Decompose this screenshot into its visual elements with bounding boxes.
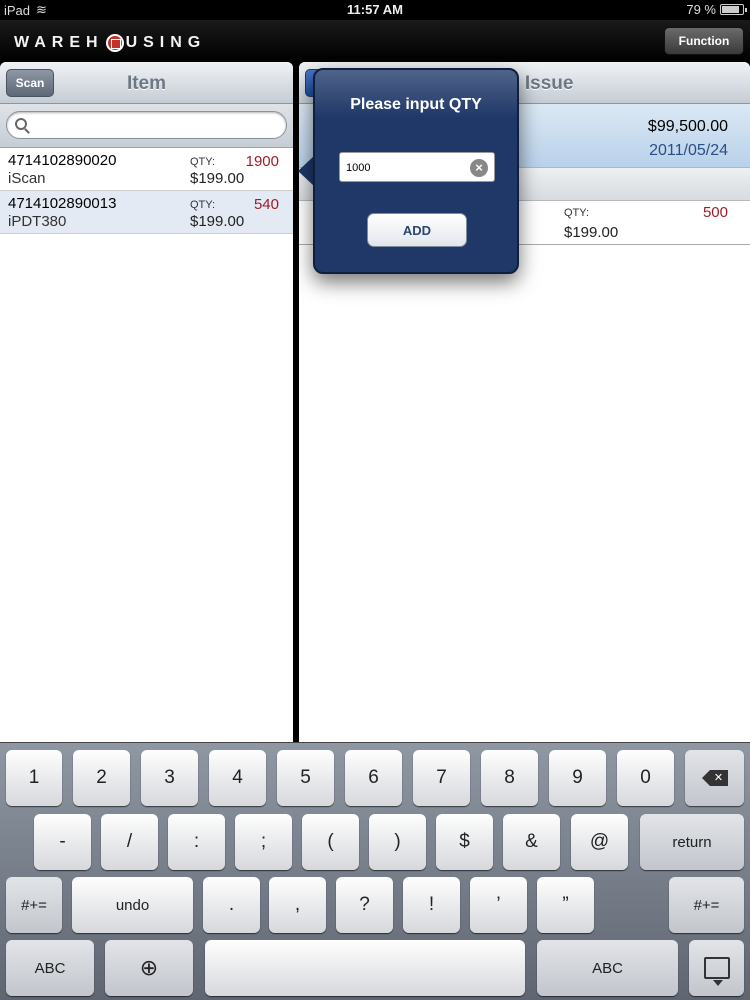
key-open-paren[interactable]: ( (302, 814, 359, 870)
battery-icon (720, 4, 747, 15)
qty-label: QTY: (190, 156, 216, 168)
key-at[interactable]: @ (571, 814, 628, 870)
hide-keyboard-key[interactable] (689, 940, 744, 996)
key-question[interactable]: ? (336, 877, 393, 933)
issue-panel-title: s Issue (509, 73, 574, 94)
qty-value: 500 (702, 204, 728, 221)
item-price: $199.00 (190, 170, 245, 187)
return-key[interactable]: return (640, 814, 744, 870)
symbols-key-right[interactable]: #+= (669, 877, 744, 933)
key-dollar[interactable]: $ (436, 814, 493, 870)
key-0[interactable]: 0 (617, 750, 674, 806)
key-9[interactable]: 9 (549, 750, 606, 806)
key-comma[interactable]: , (269, 877, 326, 933)
qty-input-value: 1000 (346, 162, 371, 174)
abc-key-right[interactable]: ABC (537, 940, 678, 996)
key-colon[interactable]: : (168, 814, 225, 870)
item-name: iScan (8, 170, 46, 187)
key-7[interactable]: 7 (413, 750, 470, 806)
item-panel-header: Scan Item (0, 62, 293, 104)
key-3[interactable]: 3 (141, 750, 198, 806)
undo-key[interactable]: undo (72, 877, 193, 933)
qty-input[interactable]: 1000 × (339, 152, 495, 182)
key-close-paren[interactable]: ) (369, 814, 426, 870)
status-bar: iPad ≋ 11:57 AM 79 % (0, 0, 750, 20)
item-price: $199.00 (190, 213, 245, 230)
key-5[interactable]: 5 (277, 750, 334, 806)
app-header: WAREH USING Function (0, 20, 750, 62)
issue-date: 2011/05/24 (649, 142, 728, 159)
globe-key[interactable]: ⊕ (105, 940, 193, 996)
space-key[interactable] (205, 940, 525, 996)
key-quote[interactable]: ” (537, 877, 594, 933)
add-button[interactable]: ADD (367, 213, 467, 247)
abc-key-left[interactable]: ABC (6, 940, 94, 996)
item-panel: Scan Item 4714102890020 iScan QTY: 1900 … (0, 62, 293, 742)
key-exclamation[interactable]: ! (403, 877, 460, 933)
search-bar (0, 104, 293, 148)
item-row[interactable]: 4714102890020 iScan QTY: 1900 $199.00 (0, 148, 293, 191)
clear-icon[interactable]: × (470, 159, 488, 177)
logo-text-start: WAREH (14, 34, 104, 51)
search-input[interactable] (6, 111, 287, 139)
item-code: 4714102890020 (8, 152, 117, 169)
key-6[interactable]: 6 (345, 750, 402, 806)
key-apostrophe[interactable]: ’ (470, 877, 527, 933)
qty-label: QTY: (564, 207, 590, 219)
issue-amount: $99,500.00 (647, 118, 728, 135)
qty-value: 540 (253, 196, 279, 213)
qty-popover: Please input QTY 1000 × ADD (313, 68, 519, 274)
function-button[interactable]: Function (664, 27, 744, 55)
onscreen-keyboard: 1 2 3 4 5 6 7 8 9 0 - / : ; ( ) $ & @ re… (0, 742, 750, 1000)
warehousing-logo: WAREH USING (14, 34, 206, 52)
item-row[interactable]: 4714102890013 iPDT380 QTY: 540 $199.00 (0, 191, 293, 234)
item-panel-title: Item (126, 73, 167, 94)
key-2[interactable]: 2 (73, 750, 130, 806)
logo-text-end: USING (125, 34, 207, 51)
item-code: 4714102890013 (8, 195, 117, 212)
clock: 11:57 AM (347, 2, 403, 17)
key-ampersand[interactable]: & (503, 814, 560, 870)
qty-value: 1900 (245, 153, 279, 170)
globe-icon: ⊕ (139, 955, 159, 980)
key-semicolon[interactable]: ; (235, 814, 292, 870)
popover-title: Please input QTY (350, 96, 482, 113)
symbols-key[interactable]: #+= (6, 877, 62, 933)
item-price: $199.00 (564, 224, 619, 241)
search-icon (15, 118, 27, 130)
backspace-icon (701, 770, 728, 786)
key-4[interactable]: 4 (209, 750, 266, 806)
key-period[interactable]: . (203, 877, 260, 933)
backspace-key[interactable] (685, 750, 744, 806)
key-8[interactable]: 8 (481, 750, 538, 806)
house-icon (105, 34, 124, 52)
item-name: iPDT380 (8, 213, 67, 230)
key-1[interactable]: 1 (6, 750, 62, 806)
popover-arrow (298, 156, 314, 186)
battery-percent: 79 % (686, 2, 716, 17)
keyboard-dismiss-icon (703, 957, 730, 986)
key-slash[interactable]: / (101, 814, 158, 870)
qty-label: QTY: (190, 199, 216, 211)
key-hyphen[interactable]: - (34, 814, 91, 870)
